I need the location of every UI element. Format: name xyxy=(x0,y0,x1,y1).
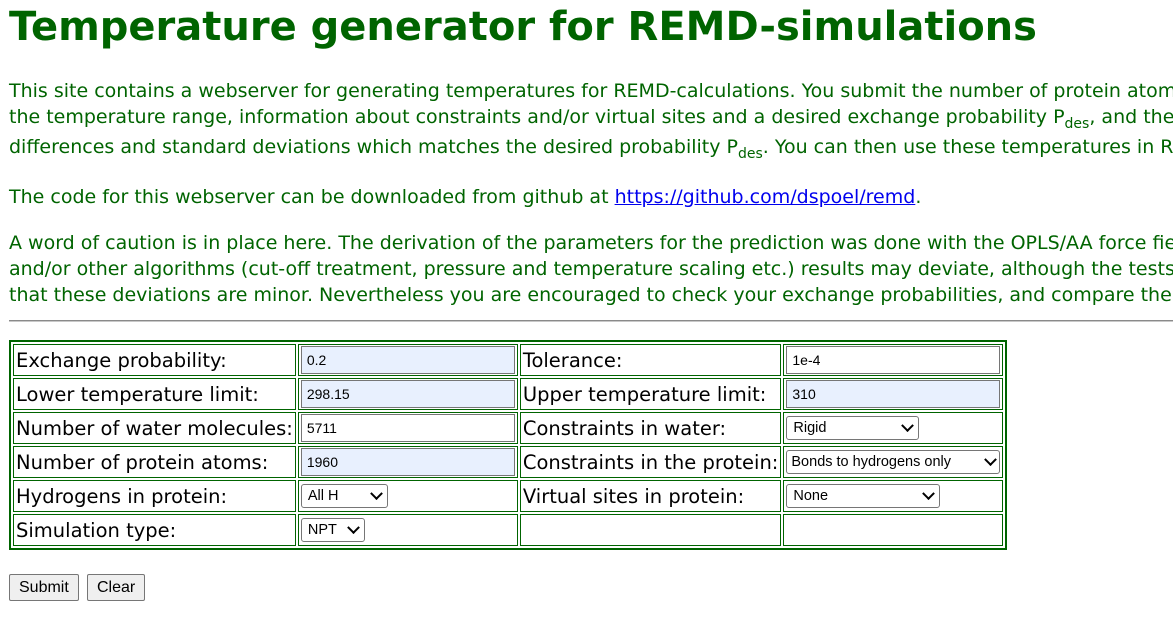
constraints-protein-selected: Bonds to hydrogens only xyxy=(791,454,951,471)
intro-line-2-text-end: , and the webserver calculates a set of … xyxy=(1089,106,1173,128)
intro-line-2-text: the temperature range, information about… xyxy=(9,106,1065,128)
chevron-down-icon xyxy=(922,487,936,500)
tolerance-label: Tolerance: xyxy=(519,344,782,376)
virtual-sites-label: Virtual sites in protein: xyxy=(519,480,782,512)
protein-atoms-label: Number of protein atoms: xyxy=(13,446,296,478)
code-text: The code for this webserver can be downl… xyxy=(9,186,615,208)
github-link[interactable]: https://github.com/dspoel/remd xyxy=(615,186,916,208)
submit-button[interactable]: Submit xyxy=(9,574,79,601)
hydrogens-select[interactable]: All H xyxy=(300,484,388,509)
chevron-down-icon xyxy=(984,453,998,466)
page: Temperature generator for REMD-simulatio… xyxy=(0,0,1173,617)
protein-atoms-cell xyxy=(297,446,518,478)
hydrogens-cell: All H xyxy=(297,480,518,512)
simulation-type-label: Simulation type: xyxy=(13,514,296,546)
constraints-protein-select[interactable]: Bonds to hydrogens only xyxy=(786,450,1001,475)
tolerance-input[interactable] xyxy=(786,346,1001,374)
exchange-probability-input[interactable] xyxy=(300,346,515,374)
constraints-water-select[interactable]: Rigid xyxy=(786,416,920,441)
simulation-type-cell: NPT xyxy=(297,514,518,546)
chevron-down-icon xyxy=(346,521,360,534)
intro-line-3-text: differences and standard deviations whic… xyxy=(9,136,738,158)
form-row: Number of water molecules: Constraints i… xyxy=(13,412,1004,444)
form-row: Number of protein atoms: Constraints in … xyxy=(13,446,1004,478)
code-paragraph: The code for this webserver can be downl… xyxy=(9,184,921,210)
constraints-water-cell: Rigid xyxy=(783,412,1004,444)
intro-line-1: This site contains a webserver for gener… xyxy=(9,80,1173,102)
lower-temperature-label: Lower temperature limit: xyxy=(13,378,296,410)
caution-line-3: that these deviations are minor. Neverth… xyxy=(9,284,1173,306)
divider xyxy=(9,320,1173,322)
constraints-water-selected: Rigid xyxy=(793,420,827,437)
virtual-sites-selected: None xyxy=(793,488,829,505)
caution-paragraph: A word of caution is in place here. The … xyxy=(9,230,1173,308)
water-molecules-input[interactable] xyxy=(300,414,515,442)
constraints-water-label: Constraints in water: xyxy=(519,412,782,444)
constraints-protein-cell: Bonds to hydrogens only xyxy=(783,446,1004,478)
intro-line-2: the temperature range, information about… xyxy=(9,104,1173,134)
intro-line-3-subscript: des xyxy=(737,146,763,162)
hydrogens-label: Hydrogens in protein: xyxy=(13,480,296,512)
caution-line-1: A word of caution is in place here. The … xyxy=(9,232,1173,254)
constraints-protein-label: Constraints in the protein: xyxy=(519,446,782,478)
chevron-down-icon xyxy=(369,487,383,500)
page-title: Temperature generator for REMD-simulatio… xyxy=(9,4,1037,50)
water-molecules-label: Number of water molecules: xyxy=(13,412,296,444)
upper-temperature-label: Upper temperature limit: xyxy=(519,378,782,410)
virtual-sites-cell: None xyxy=(783,480,1004,512)
code-text-end: . xyxy=(915,186,922,208)
water-molecules-cell xyxy=(297,412,518,444)
intro-line-3: differences and standard deviations whic… xyxy=(9,134,1173,164)
simulation-type-select[interactable]: NPT xyxy=(300,518,365,543)
clear-button[interactable]: Clear xyxy=(87,574,146,601)
intro-line-2-subscript: des xyxy=(1064,116,1090,132)
chevron-down-icon xyxy=(901,419,915,432)
empty-cell xyxy=(519,514,782,546)
form-row: Exchange probability: Tolerance: xyxy=(13,344,1004,376)
caution-line-2: and/or other algorithms (cut-off treatme… xyxy=(9,258,1173,280)
tolerance-cell xyxy=(783,344,1004,376)
exchange-probability-label: Exchange probability: xyxy=(13,344,296,376)
lower-temperature-input[interactable] xyxy=(300,380,515,408)
hydrogens-selected: All H xyxy=(307,488,339,505)
remd-form-table: Exchange probability: Tolerance: Lower t… xyxy=(9,340,1008,550)
lower-temperature-cell xyxy=(297,378,518,410)
upper-temperature-input[interactable] xyxy=(786,380,1001,408)
intro-line-3-text-end: . You can then use these temperatures in… xyxy=(762,136,1173,158)
virtual-sites-select[interactable]: None xyxy=(786,484,941,509)
form-row: Lower temperature limit: Upper temperatu… xyxy=(13,378,1004,410)
form-row: Simulation type: NPT xyxy=(13,514,1004,546)
intro-paragraph: This site contains a webserver for gener… xyxy=(9,78,1173,164)
upper-temperature-cell xyxy=(783,378,1004,410)
form-row: Hydrogens in protein: All H Virtual site… xyxy=(13,480,1004,512)
simulation-type-selected: NPT xyxy=(307,522,337,539)
exchange-probability-cell xyxy=(297,344,518,376)
empty-cell xyxy=(783,514,1004,546)
protein-atoms-input[interactable] xyxy=(300,448,515,476)
